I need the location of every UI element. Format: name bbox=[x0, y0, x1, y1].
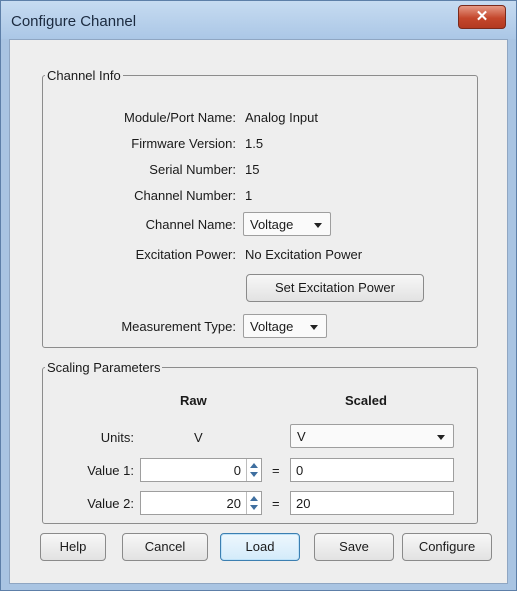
load-button[interactable]: Load bbox=[220, 533, 300, 561]
module-port-name-label: Module/Port Name: bbox=[124, 110, 236, 125]
value1-scaled-text: 0 bbox=[296, 463, 304, 478]
help-button[interactable]: Help bbox=[40, 533, 106, 561]
spin-up-icon[interactable] bbox=[250, 496, 258, 501]
measurement-type-label: Measurement Type: bbox=[121, 319, 236, 334]
channel-info-legend: Channel Info bbox=[47, 68, 121, 83]
save-button[interactable]: Save bbox=[314, 533, 394, 561]
close-button[interactable]: ✕ bbox=[458, 5, 506, 29]
channel-number-label: Channel Number: bbox=[134, 188, 236, 203]
serial-number-label: Serial Number: bbox=[149, 162, 236, 177]
units-scaled-selected: V bbox=[297, 429, 306, 444]
value1-equals-sign: = bbox=[272, 463, 280, 478]
configure-channel-window: Configure Channel ✕ Channel Info Module/… bbox=[0, 0, 517, 591]
units-raw-value: V bbox=[194, 430, 203, 445]
chevron-down-icon bbox=[310, 325, 318, 330]
set-excitation-power-button[interactable]: Set Excitation Power bbox=[246, 274, 424, 302]
excitation-power-value: No Excitation Power bbox=[245, 247, 363, 262]
configure-button[interactable]: Configure bbox=[402, 533, 492, 561]
scaling-parameters-legend: Scaling Parameters bbox=[47, 360, 161, 375]
value2-raw-stepper[interactable]: 20 bbox=[140, 491, 262, 515]
measurement-type-dropdown[interactable]: Voltage bbox=[243, 314, 327, 338]
value2-spinner[interactable] bbox=[246, 492, 261, 514]
window-title: Configure Channel bbox=[11, 13, 137, 30]
spin-down-icon[interactable] bbox=[250, 505, 258, 510]
value2-scaled-input[interactable]: 20 bbox=[290, 491, 454, 515]
excitation-power-label: Excitation Power: bbox=[135, 247, 236, 262]
channel-name-dropdown[interactable]: Voltage bbox=[243, 212, 331, 236]
module-port-name-value: Analog Input bbox=[245, 110, 319, 125]
value2-equals-sign: = bbox=[272, 496, 280, 511]
value2-scaled-text: 20 bbox=[296, 496, 311, 511]
chevron-down-icon bbox=[437, 435, 445, 440]
raw-column-header: Raw bbox=[180, 393, 207, 408]
value2-raw-text: 20 bbox=[226, 496, 241, 511]
title-bar[interactable]: Configure Channel ✕ bbox=[1, 1, 516, 39]
value1-label: Value 1: bbox=[87, 463, 134, 478]
value1-raw-text: 0 bbox=[233, 463, 241, 478]
value1-raw-stepper[interactable]: 0 bbox=[140, 458, 262, 482]
value2-label: Value 2: bbox=[87, 496, 134, 511]
dialog-client-area: Channel Info Module/Port Name: Analog In… bbox=[9, 39, 508, 584]
units-label: Units: bbox=[100, 430, 134, 445]
spin-down-icon[interactable] bbox=[250, 472, 258, 477]
value1-spinner[interactable] bbox=[246, 459, 261, 481]
measurement-type-selected: Voltage bbox=[250, 319, 294, 334]
units-scaled-dropdown[interactable]: V bbox=[290, 424, 454, 448]
channel-number-value: 1 bbox=[245, 188, 253, 203]
cancel-button[interactable]: Cancel bbox=[122, 533, 208, 561]
chevron-down-icon bbox=[314, 223, 322, 228]
scaled-column-header: Scaled bbox=[345, 393, 387, 408]
close-icon: ✕ bbox=[475, 8, 489, 25]
value1-scaled-input[interactable]: 0 bbox=[290, 458, 454, 482]
channel-name-selected: Voltage bbox=[250, 217, 294, 232]
firmware-version-label: Firmware Version: bbox=[131, 136, 236, 151]
spin-up-icon[interactable] bbox=[250, 463, 258, 468]
channel-name-label: Channel Name: bbox=[145, 217, 236, 232]
firmware-version-value: 1.5 bbox=[245, 136, 264, 151]
serial-number-value: 15 bbox=[245, 162, 260, 177]
